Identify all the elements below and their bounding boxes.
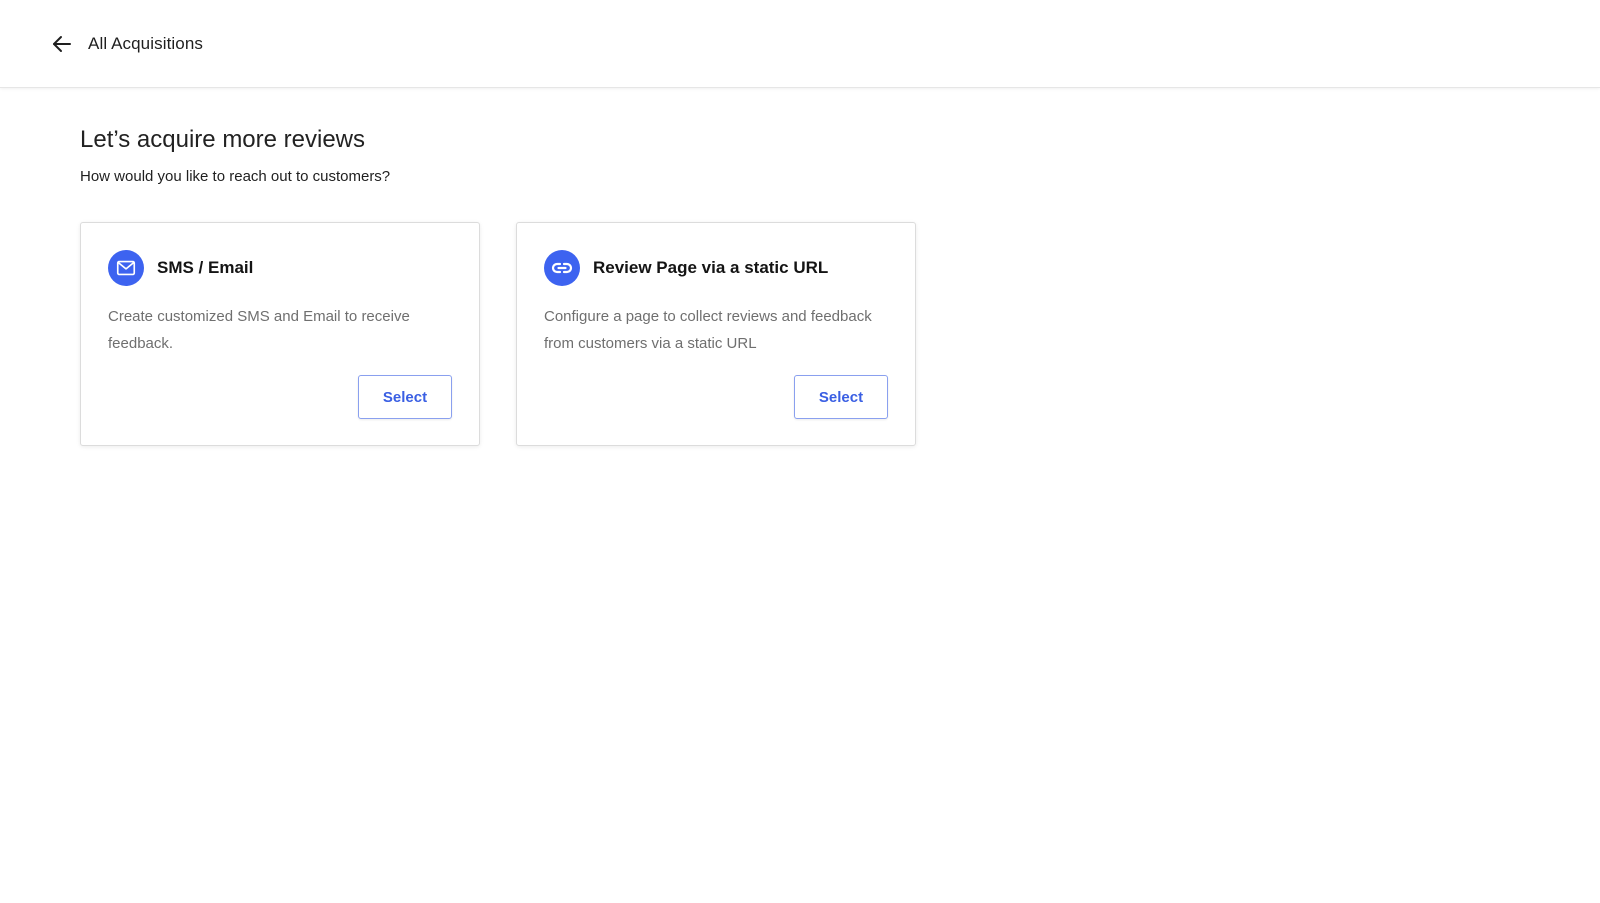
select-sms-email-button[interactable]: Select (358, 375, 452, 419)
link-icon (544, 250, 580, 286)
option-card-static-url: Review Page via a static URL Configure a… (516, 222, 916, 446)
select-static-url-button[interactable]: Select (794, 375, 888, 419)
mail-icon (108, 250, 144, 286)
arrow-left-icon[interactable] (50, 32, 74, 56)
card-header: Review Page via a static URL (544, 250, 828, 286)
card-title: SMS / Email (157, 258, 254, 277)
card-header: SMS / Email (108, 250, 253, 286)
top-bar: All Acquisitions (0, 0, 1600, 88)
card-description: Create customized SMS and Email to recei… (108, 308, 410, 352)
option-card-sms-email: SMS / Email Create customized SMS and Em… (80, 222, 480, 446)
page-title: Let’s acquire more reviews (80, 126, 366, 153)
back-to-all-acquisitions-link[interactable]: All Acquisitions (50, 30, 203, 58)
card-description: Configure a page to collect reviews and … (544, 308, 872, 352)
page-subtitle: How would you like to reach out to custo… (80, 168, 391, 185)
back-link-label[interactable]: All Acquisitions (88, 34, 203, 54)
card-title: Review Page via a static URL (593, 258, 829, 277)
